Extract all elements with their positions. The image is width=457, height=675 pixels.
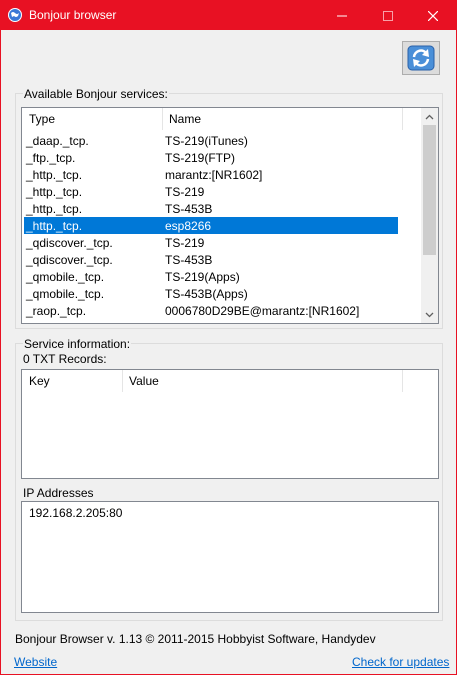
- bonjour-browser-window: Bonjour browser Available Bonjour servic…: [0, 0, 457, 675]
- txt-records-label: 0 TXT Records:: [23, 352, 107, 366]
- service-name: marantz:[NR1602]: [165, 168, 263, 182]
- service-name: TS-453B: [165, 253, 213, 267]
- chevron-down-icon: [425, 312, 434, 317]
- title-bar[interactable]: Bonjour browser: [1, 1, 456, 30]
- service-type: _http._tcp.: [26, 168, 83, 182]
- service-row[interactable]: _ftp._tcp. TS-219(FTP): [24, 149, 398, 166]
- window-title: Bonjour browser: [29, 8, 117, 22]
- minimize-button[interactable]: [319, 1, 365, 30]
- chevron-up-icon: [425, 114, 434, 119]
- column-header-key[interactable]: Key: [29, 370, 50, 392]
- txt-records-header: Key Value: [22, 370, 438, 392]
- ip-address-value: 192.168.2.205:80: [29, 506, 123, 520]
- service-row[interactable]: _qdiscover._tcp. TS-453B: [24, 251, 398, 268]
- service-row[interactable]: _raop._tcp. 0006780D29BE@marantz:[NR1602]: [24, 302, 398, 319]
- service-type: _qmobile._tcp.: [26, 287, 105, 301]
- service-row[interactable]: _qmobile._tcp. TS-219(Apps): [24, 268, 398, 285]
- column-divider: [122, 370, 123, 392]
- close-button[interactable]: [410, 1, 456, 30]
- service-name: TS-219(Apps): [165, 270, 240, 284]
- app-globe-icon: [8, 8, 22, 22]
- service-row[interactable]: _qmobile._tcp. TS-453B(Apps): [24, 285, 398, 302]
- service-name: TS-219(iTunes): [165, 134, 248, 148]
- column-divider: [402, 108, 403, 130]
- service-type: _daap._tcp.: [26, 134, 89, 148]
- ip-addresses-box[interactable]: 192.168.2.205:80: [21, 501, 439, 613]
- column-divider: [402, 370, 403, 392]
- service-type: _http._tcp.: [26, 185, 83, 199]
- service-name: TS-219: [165, 236, 205, 250]
- service-row[interactable]: _daap._tcp. TS-219(iTunes): [24, 132, 398, 149]
- service-type: _qmobile._tcp.: [26, 270, 105, 284]
- refresh-button[interactable]: [402, 41, 440, 75]
- service-name: 0006780D29BE@marantz:[NR1602]: [165, 304, 360, 318]
- service-info-label: Service information:: [23, 337, 132, 351]
- minimize-icon: [337, 15, 347, 16]
- service-name: TS-219: [165, 185, 205, 199]
- column-header-name[interactable]: Name: [169, 108, 201, 130]
- service-name: TS-453B: [165, 202, 213, 216]
- scroll-down-arrow[interactable]: [421, 306, 438, 323]
- service-row[interactable]: _http._tcp. esp8266: [24, 217, 398, 234]
- maximize-icon: [383, 10, 393, 21]
- ip-addresses-label: IP Addresses: [23, 486, 94, 500]
- service-row[interactable]: _qdiscover._tcp. TS-219: [24, 234, 398, 251]
- refresh-icon: [407, 45, 435, 71]
- service-type: _raop._tcp.: [26, 304, 87, 318]
- maximize-button[interactable]: [365, 1, 411, 30]
- service-row[interactable]: _http._tcp. TS-219: [24, 183, 398, 200]
- service-type: _qdiscover._tcp.: [26, 253, 113, 267]
- service-row[interactable]: _http._tcp. TS-453B: [24, 200, 398, 217]
- check-for-updates-link[interactable]: Check for updates: [352, 655, 449, 669]
- website-link[interactable]: Website: [14, 655, 57, 669]
- close-icon: [428, 10, 438, 21]
- column-header-value[interactable]: Value: [129, 370, 159, 392]
- service-type: _http._tcp.: [26, 202, 83, 216]
- services-scrollbar[interactable]: [421, 108, 438, 323]
- service-name: TS-219(FTP): [165, 151, 236, 165]
- services-list[interactable]: Type Name _daap._tcp. TS-219(iTunes) _ftp.…: [21, 107, 439, 324]
- service-row[interactable]: _http._tcp. marantz:[NR1602]: [24, 166, 398, 183]
- service-type: _http._tcp.: [26, 219, 83, 233]
- scroll-up-arrow[interactable]: [421, 108, 438, 125]
- service-type: _ftp._tcp.: [26, 151, 76, 165]
- services-group-label: Available Bonjour services:: [23, 87, 169, 101]
- about-text: Bonjour Browser v. 1.13 © 2011-2015 Hobb…: [15, 632, 376, 646]
- column-divider: [162, 108, 163, 130]
- txt-records-list[interactable]: Key Value: [21, 369, 439, 479]
- service-name: esp8266: [165, 219, 212, 233]
- service-type: _qdiscover._tcp.: [26, 236, 113, 250]
- service-name: TS-453B(Apps): [165, 287, 248, 301]
- scroll-thumb[interactable]: [423, 125, 436, 255]
- services-list-header: Type Name: [22, 108, 422, 130]
- column-header-type[interactable]: Type: [29, 108, 55, 130]
